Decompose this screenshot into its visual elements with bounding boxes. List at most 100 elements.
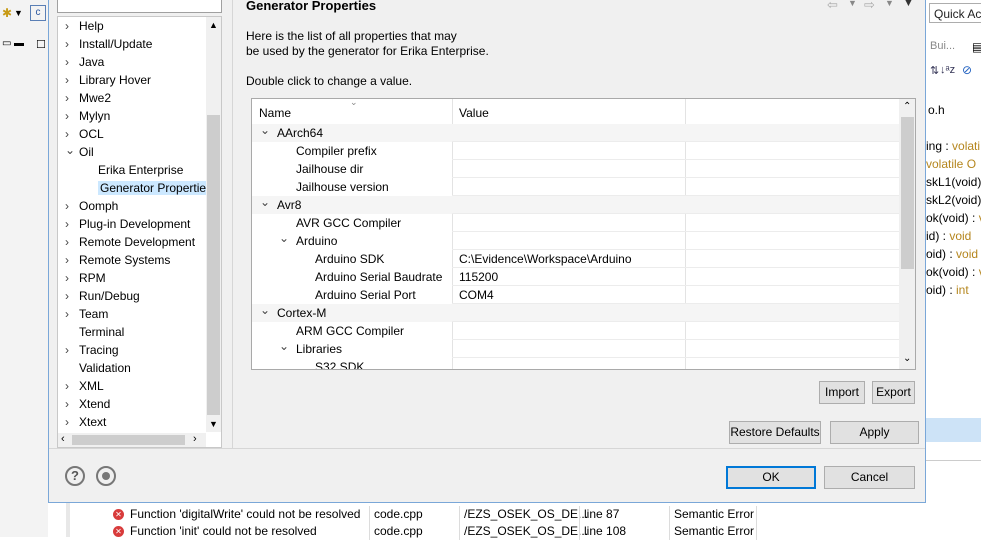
outline-item[interactable]: ok(void) : v xyxy=(926,265,981,279)
preferences-tree[interactable]: Help › Install/Update › Java › Library Hover › M… xyxy=(57,16,222,448)
tree-item[interactable]: Terminal xyxy=(79,325,124,339)
view-menu-icon[interactable]: ▤ xyxy=(972,40,981,54)
table-scroll-up-icon[interactable]: ⌃ xyxy=(903,101,911,112)
tree-item[interactable]: Mylyn xyxy=(79,109,110,123)
sash[interactable] xyxy=(232,0,233,448)
tree-item[interactable]: Tracing xyxy=(79,343,119,357)
tree-item[interactable]: Remote Development xyxy=(79,235,195,249)
tree-item[interactable]: Plug-in Development xyxy=(79,217,190,231)
tree-item[interactable]: OCL xyxy=(79,127,104,141)
maximize-icon[interactable]: ☐ xyxy=(36,38,46,51)
chevron-down-icon[interactable]: ⌄ xyxy=(279,231,289,245)
outline-item[interactable]: ing : volati xyxy=(926,139,980,153)
chevron-right-icon[interactable]: › xyxy=(65,91,69,105)
property-value[interactable]: C:\Evidence\Workspace\Arduino xyxy=(459,252,632,266)
restore-defaults-button[interactable]: Restore Defaults xyxy=(729,421,821,444)
outline-item[interactable]: skL1(void) xyxy=(926,175,981,189)
tree-item[interactable]: Java xyxy=(79,55,104,69)
table-row[interactable]: ARM GCC Compiler xyxy=(252,322,900,340)
import-button[interactable]: Import xyxy=(819,381,865,404)
dropdown-arrow-icon[interactable]: ▼ xyxy=(14,8,23,18)
table-scroll-down-icon[interactable]: ⌄ xyxy=(903,353,911,364)
chevron-right-icon[interactable]: › xyxy=(65,271,69,285)
chevron-right-icon[interactable]: › xyxy=(65,415,69,429)
problem-row[interactable]: ✕ Function 'init' could not be resolved co… xyxy=(66,523,766,540)
tree-item[interactable]: Mwe2 xyxy=(79,91,111,105)
quick-access-field[interactable]: Quick Ac xyxy=(929,3,981,23)
forward-arrow-icon[interactable]: ⇨ xyxy=(864,0,875,13)
chevron-right-icon[interactable]: › xyxy=(65,379,69,393)
outline-item[interactable]: id) : void xyxy=(926,229,971,243)
tree-item[interactable]: Validation xyxy=(79,361,131,375)
tree-item[interactable]: Oomph xyxy=(79,199,118,213)
table-row[interactable]: ⌄ Libraries xyxy=(252,339,900,358)
tree-item[interactable]: Oil xyxy=(79,145,94,159)
filter-input[interactable] xyxy=(57,0,222,13)
chevron-right-icon[interactable]: › xyxy=(65,199,69,213)
hide-fields-icon[interactable]: ⊘ xyxy=(962,63,972,77)
tree-item[interactable]: XML xyxy=(79,379,104,393)
build-tab[interactable]: Bui... xyxy=(930,40,955,52)
table-row[interactable]: Arduino Serial Port COM4 xyxy=(252,286,900,304)
chevron-down-icon[interactable]: ⌄ xyxy=(260,195,270,209)
table-row[interactable]: AVR GCC Compiler xyxy=(252,214,900,232)
scroll-right-arrow-icon[interactable]: › xyxy=(193,433,197,445)
properties-table[interactable]: ⌄ Name Value ⌄ AArch64 Compiler prefix Jail… xyxy=(251,98,916,370)
ok-button[interactable]: OK xyxy=(726,466,816,489)
restore-icon[interactable]: ▬ xyxy=(14,38,24,49)
tree-item[interactable]: Xtend xyxy=(79,397,110,411)
chevron-right-icon[interactable]: › xyxy=(65,109,69,123)
cancel-button[interactable]: Cancel xyxy=(824,466,915,489)
chevron-right-icon[interactable]: › xyxy=(65,73,69,87)
tree-item[interactable]: Run/Debug xyxy=(79,289,140,303)
table-row[interactable]: ⌄ Arduino xyxy=(252,231,900,250)
sort-az-icon[interactable]: ↓ᵃz xyxy=(940,64,955,76)
tree-item[interactable]: Erika Enterprise xyxy=(98,163,183,177)
table-row[interactable]: Jailhouse dir xyxy=(252,160,900,178)
table-row[interactable]: ⌄ Avr8 xyxy=(252,195,900,214)
help-icon[interactable]: ? xyxy=(65,466,85,486)
table-row[interactable]: S32 SDK xyxy=(252,358,900,369)
column-header-value[interactable]: Value xyxy=(459,106,489,120)
view-menu-icon[interactable]: ▼ xyxy=(903,0,914,9)
chevron-right-icon[interactable]: › xyxy=(65,397,69,411)
chevron-right-icon[interactable]: › xyxy=(65,19,69,33)
problem-row[interactable]: ✕ Function 'digitalWrite' could not be re… xyxy=(66,506,766,523)
forward-dropdown-icon[interactable]: ▼ xyxy=(885,0,894,8)
new-class-icon[interactable]: c xyxy=(30,5,46,21)
table-vertical-scroll-thumb[interactable] xyxy=(901,117,914,269)
tree-item[interactable]: Xtext xyxy=(79,415,106,429)
tree-horizontal-scroll-thumb[interactable] xyxy=(72,435,185,445)
chevron-right-icon[interactable]: › xyxy=(65,343,69,357)
minimize-icon[interactable]: ▭ xyxy=(2,38,11,49)
apply-button[interactable]: Apply xyxy=(830,421,919,444)
open-preference-icon[interactable] xyxy=(96,466,116,486)
table-row[interactable]: Arduino Serial Baudrate 115200 xyxy=(252,268,900,286)
scroll-up-arrow-icon[interactable]: ▲ xyxy=(209,20,218,30)
chevron-right-icon[interactable]: › xyxy=(65,253,69,267)
chevron-down-icon[interactable]: ⌄ xyxy=(65,143,75,157)
tree-item[interactable]: Remote Systems xyxy=(79,253,170,267)
chevron-right-icon[interactable]: › xyxy=(65,37,69,51)
export-button[interactable]: Export xyxy=(872,381,915,404)
back-dropdown-icon[interactable]: ▼ xyxy=(848,0,857,8)
outline-item[interactable]: volatile O xyxy=(926,157,976,171)
chevron-down-icon[interactable]: ⌄ xyxy=(260,303,270,317)
tree-item[interactable]: Help xyxy=(79,19,104,33)
chevron-right-icon[interactable]: › xyxy=(65,55,69,69)
table-row[interactable]: Arduino SDK C:\Evidence\Workspace\Arduino xyxy=(252,250,900,268)
tree-vertical-scroll-thumb[interactable] xyxy=(207,115,220,415)
property-value[interactable]: COM4 xyxy=(459,288,494,302)
chevron-right-icon[interactable]: › xyxy=(65,307,69,321)
sort-icon[interactable]: ⇅ xyxy=(930,64,939,77)
tree-item[interactable]: Team xyxy=(79,307,108,321)
tree-item[interactable]: RPM xyxy=(79,271,106,285)
toolbar-icon[interactable]: ✱ xyxy=(2,6,12,20)
tree-item[interactable]: Generator Properties xyxy=(98,181,215,195)
outline-item[interactable]: ok(void) : v xyxy=(926,211,981,225)
back-arrow-icon[interactable]: ⇦ xyxy=(827,0,838,13)
table-row[interactable]: ⌄ AArch64 xyxy=(252,123,900,142)
chevron-right-icon[interactable]: › xyxy=(65,127,69,141)
column-header-name[interactable]: Name xyxy=(259,106,291,120)
chevron-down-icon[interactable]: ⌄ xyxy=(260,123,270,137)
